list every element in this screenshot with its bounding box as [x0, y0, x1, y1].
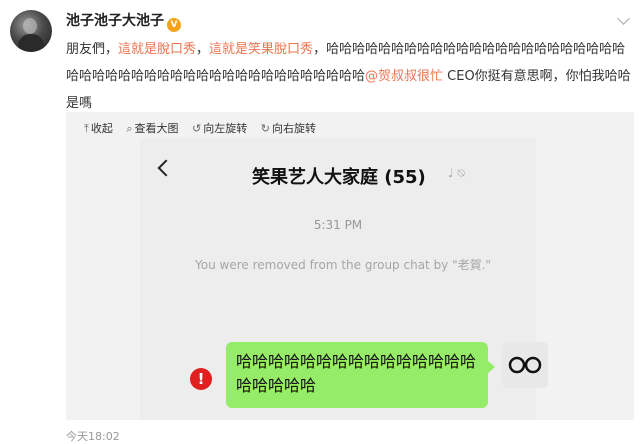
chat-time: 5:31 PM	[313, 218, 363, 232]
author-name-text[interactable]: 池子池子大池子	[66, 13, 164, 29]
author-avatar[interactable]	[10, 10, 52, 52]
rotate-left-button[interactable]: ↺ 向左旋转	[192, 122, 247, 135]
zoom-icon: ⌕	[126, 122, 133, 135]
image-viewer: ⤒ 收起 ⌕ 查看大图 ↺ 向左旋转 ↻ 向右旋转 笑果艺人大家庭 (55) ♩ ⍉ 5…	[66, 112, 634, 420]
collapse-button[interactable]: ⤒ 收起	[84, 122, 113, 135]
message-bubble: 哈哈哈哈哈哈哈哈哈哈哈哈哈哈哈哈哈哈哈哈	[226, 342, 495, 408]
image-toolbar: ⤒ 收起 ⌕ 查看大图 ↺ 向左旋转 ↻ 向右旋转	[84, 120, 326, 136]
error-icon: !	[190, 368, 212, 390]
back-icon	[157, 159, 175, 177]
post-text: 朋友們，這就是脫口秀，這就是笑果脫口秀，哈哈哈哈哈哈哈哈哈哈哈哈哈哈哈哈哈哈哈哈…	[66, 36, 632, 117]
chevron-down-icon[interactable]	[617, 12, 630, 25]
hashtag-link[interactable]: 這就是笑果脫口秀	[209, 42, 313, 57]
rotate-left-icon: ↺	[192, 122, 202, 135]
rotate-right-icon: ↻	[260, 122, 270, 135]
rotate-left-label: 向左旋转	[203, 122, 248, 135]
rotate-right-button[interactable]: ↻ 向右旋转	[261, 122, 316, 135]
hashtag-link[interactable]: 這就是脫口秀	[118, 42, 196, 57]
mute-bell-icon: ⍉	[457, 166, 465, 180]
ear-icon: ♩	[448, 166, 454, 180]
rotate-right-label: 向右旋转	[271, 122, 316, 135]
mention-link[interactable]: @贺叔叔很忙	[365, 69, 443, 84]
post-text-segment: ，	[196, 42, 210, 57]
view-large-button[interactable]: ⌕ 查看大图	[126, 122, 178, 135]
removed-notice: You were removed from the group chat by …	[195, 258, 491, 272]
glasses-icon	[508, 356, 542, 374]
chat-title: 笑果艺人大家庭 (55)	[252, 167, 426, 188]
author-name[interactable]: 池子池子大池子 V	[66, 10, 181, 32]
view-large-label: 查看大图	[134, 122, 179, 135]
post-text-segment: 朋友們，	[66, 42, 119, 57]
post-timestamp[interactable]: 今天18:02	[66, 428, 120, 444]
vip-badge-icon: V	[167, 18, 181, 32]
sender-avatar	[502, 342, 548, 388]
collapse-icon: ⤒	[84, 122, 89, 135]
collapse-label: 收起	[90, 122, 113, 135]
chat-screenshot[interactable]: 笑果艺人大家庭 (55) ♩ ⍉ 5:31 PM You were remove…	[140, 138, 548, 420]
muted-icons: ♩ ⍉	[448, 166, 465, 181]
